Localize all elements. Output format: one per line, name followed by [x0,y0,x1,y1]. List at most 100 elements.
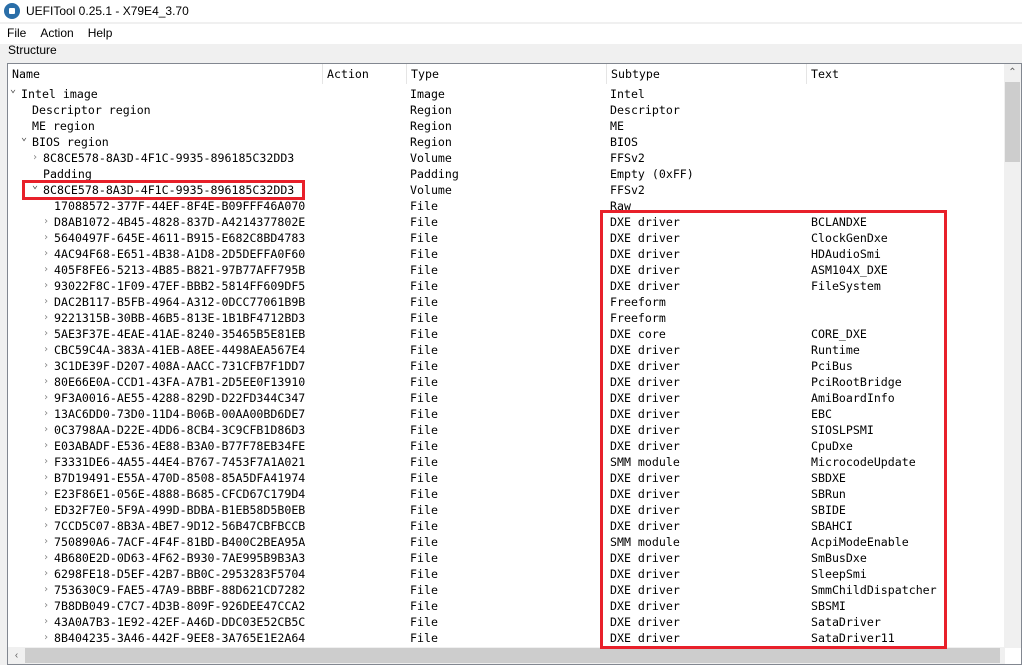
row-type: File [410,455,438,469]
chevron-right-icon[interactable]: › [41,326,51,342]
column-header-name[interactable]: Name [8,64,323,84]
row-name: Intel image [21,87,98,101]
tree-row[interactable]: ⌄ Intel image Image Intel [8,84,1005,102]
chevron-right-icon[interactable]: › [41,566,51,582]
row-type: Image [410,87,445,101]
chevron-right-icon[interactable]: › [41,374,51,390]
row-type: Volume [410,183,452,197]
chevron-right-icon[interactable]: › [41,278,51,294]
column-header-type[interactable]: Type [407,64,607,84]
tree-row[interactable]: Descriptor region Region Descriptor [8,102,1005,118]
row-type: File [410,519,438,533]
chevron-right-icon[interactable]: › [41,630,51,646]
row-name: 8B404235-3A46-442F-9EE8-3A765E1E2A64 [54,631,306,645]
row-type: File [410,279,438,293]
chevron-right-icon[interactable]: › [41,262,51,278]
chevron-right-icon[interactable]: › [41,454,51,470]
chevron-right-icon[interactable]: › [41,502,51,518]
row-name: B7D19491-E55A-470D-8508-85A5DFA41974 [54,471,306,485]
row-name: 5640497F-645E-4611-B915-E682C8BD4783 [54,231,306,245]
row-name: E23F86E1-056E-4888-B685-CFCD67C179D4 [54,487,306,501]
chevron-right-icon[interactable]: › [41,518,51,534]
row-type: File [410,215,438,229]
chevron-right-icon[interactable]: › [41,486,51,502]
row-name: 4AC94F68-E651-4B38-A1D8-2D5DEFFA0F60 [54,247,306,261]
column-header-text[interactable]: Text [807,64,1005,84]
column-header-action[interactable]: Action [323,64,407,84]
chevron-right-icon[interactable]: › [41,406,51,422]
chevron-right-icon[interactable]: › [41,614,51,630]
row-type: File [410,471,438,485]
row-name: 9F3A0016-AE55-4288-829D-D22FD344C347 [54,391,306,405]
menu-bar: File Action Help [0,24,1022,44]
chevron-right-icon[interactable]: › [41,358,51,374]
row-name: 750890A6-7ACF-4F4F-81BD-B400C2BEA95A [54,535,306,549]
chevron-right-icon[interactable]: › [41,390,51,406]
chevron-right-icon[interactable]: › [41,550,51,566]
row-type: File [410,231,438,245]
menu-action[interactable]: Action [33,24,80,44]
row-type: File [410,327,438,341]
chevron-right-icon[interactable]: › [41,214,51,230]
row-name: 7CCD5C07-8B3A-4BE7-9D12-56B47CBFBCCB [54,519,306,533]
row-name: 5AE3F37E-4EAE-41AE-8240-35465B5E81EB [54,327,306,341]
row-name: 6298FE18-D5EF-42B7-BB0C-2953283F5704 [54,567,306,581]
vertical-scroll-thumb[interactable] [1005,82,1020,162]
row-type: Region [410,135,452,149]
structure-group-label: Structure [8,43,57,57]
row-type: File [410,343,438,357]
horizontal-scroll-thumb[interactable] [25,648,1000,663]
chevron-right-icon[interactable]: › [41,342,51,358]
chevron-right-icon[interactable]: › [41,230,51,246]
tree-row[interactable]: ME region Region ME [8,118,1005,134]
row-name: 9221315B-30BB-46B5-813E-1B1BF4712BD3 [54,311,306,325]
row-type: File [410,551,438,565]
app-icon [4,3,20,19]
row-type: File [410,583,438,597]
row-name: D8AB1072-4B45-4828-837D-A4214377802E [54,215,306,229]
row-type: File [410,567,438,581]
highlight-box-drivers [600,210,947,649]
row-type: File [410,295,438,309]
scroll-left-icon[interactable]: ‹ [8,647,25,664]
column-header-subtype[interactable]: Subtype [607,64,807,84]
scroll-up-icon[interactable]: ⌃ [1004,64,1021,81]
horizontal-scrollbar[interactable]: ‹ [8,647,1005,664]
chevron-right-icon[interactable]: › [41,294,51,310]
chevron-right-icon[interactable]: › [41,310,51,326]
chevron-right-icon[interactable]: › [41,438,51,454]
row-name: 7B8DB049-C7C7-4D3B-809F-926DEE47CCA2 [54,599,306,613]
row-name: BIOS region [32,135,109,149]
row-subtype: Descriptor [610,103,680,117]
row-type: File [410,391,438,405]
chevron-down-icon[interactable]: ⌄ [19,130,29,146]
chevron-right-icon[interactable]: › [41,582,51,598]
chevron-right-icon[interactable]: › [41,598,51,614]
row-name: ED32F7E0-5F9A-499D-BDBA-B1EB58D5B0EB [54,503,306,517]
chevron-right-icon[interactable]: › [41,246,51,262]
row-name: 43A0A7B3-1E92-42EF-A46D-DDC03E52CB5C [54,615,306,629]
tree-row[interactable]: ⌄ BIOS region Region BIOS [8,132,1005,150]
row-name: 753630C9-FAE5-47A9-BBBF-88D621CD7282 [54,583,306,597]
row-subtype: ME [610,119,624,133]
row-type: File [410,359,438,373]
row-name: CBC59C4A-383A-41EB-A8EE-4498AEA567E4 [54,343,306,357]
row-type: File [410,615,438,629]
chevron-right-icon[interactable]: › [41,422,51,438]
tree-row[interactable]: › 8C8CE578-8A3D-4F1C-9935-896185C32DD3 Vol… [8,150,1005,166]
row-type: File [410,487,438,501]
chevron-down-icon[interactable]: ⌄ [8,82,18,98]
row-name: 8C8CE578-8A3D-4F1C-9935-896185C32DD3 [43,151,295,165]
menu-file[interactable]: File [0,24,33,44]
chevron-right-icon[interactable]: › [41,470,51,486]
chevron-right-icon[interactable]: › [30,150,40,166]
row-type: File [410,503,438,517]
row-name: Descriptor region [32,103,151,117]
row-type: Region [410,103,452,117]
row-type: File [410,439,438,453]
row-subtype: Empty (0xFF) [610,167,694,181]
menu-help[interactable]: Help [81,24,120,44]
chevron-right-icon[interactable]: › [41,534,51,550]
vertical-scrollbar[interactable]: ⌃ [1004,64,1021,648]
row-type: File [410,407,438,421]
